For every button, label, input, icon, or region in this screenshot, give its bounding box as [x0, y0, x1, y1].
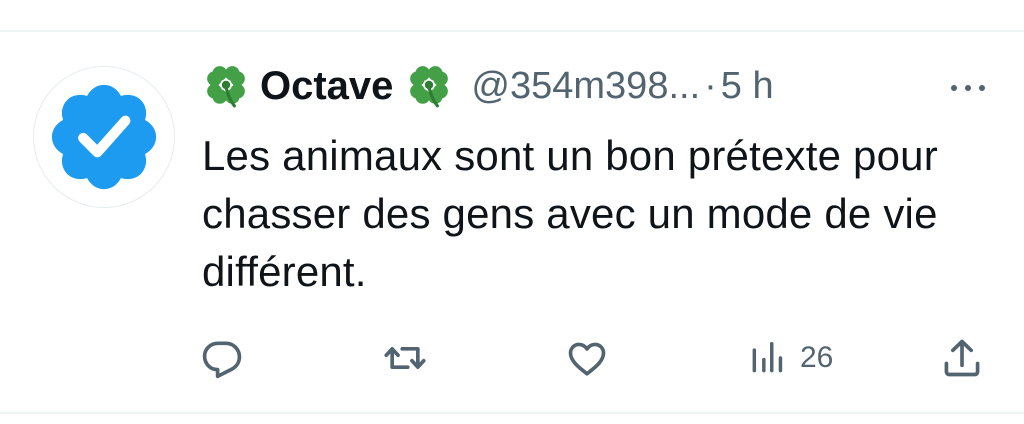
share-icon	[944, 339, 980, 377]
views-count: 26	[800, 341, 834, 374]
views-icon	[752, 342, 783, 373]
tweet-timestamp[interactable]: 5 h	[721, 65, 774, 108]
tweet-text: Les animaux sont un bon prétexte pour ch…	[202, 132, 938, 295]
reply-icon	[202, 341, 242, 379]
author-handle[interactable]: @354m398...	[471, 65, 700, 108]
reply-button[interactable]	[200, 330, 244, 386]
verified-badge-icon	[51, 84, 157, 190]
author-name[interactable]: Octave	[260, 64, 393, 109]
tweet-header: Octave @354m398... · 5 h	[202, 56, 774, 116]
share-button[interactable]	[940, 330, 984, 386]
more-options-icon	[951, 85, 985, 91]
retweet-button[interactable]	[382, 330, 428, 386]
tweet-actions: 26	[0, 330, 1024, 386]
avatar[interactable]	[33, 66, 175, 208]
bottom-divider	[0, 412, 1024, 414]
views-button[interactable]: 26	[748, 330, 833, 386]
like-button[interactable]	[565, 330, 609, 386]
four-leaf-clover-icon	[202, 62, 250, 110]
retweet-icon	[384, 347, 426, 369]
like-icon	[568, 342, 606, 376]
header-separator: ·	[704, 64, 717, 107]
top-divider	[0, 30, 1024, 32]
four-leaf-clover-icon	[405, 62, 453, 110]
more-options-button[interactable]	[946, 78, 990, 98]
